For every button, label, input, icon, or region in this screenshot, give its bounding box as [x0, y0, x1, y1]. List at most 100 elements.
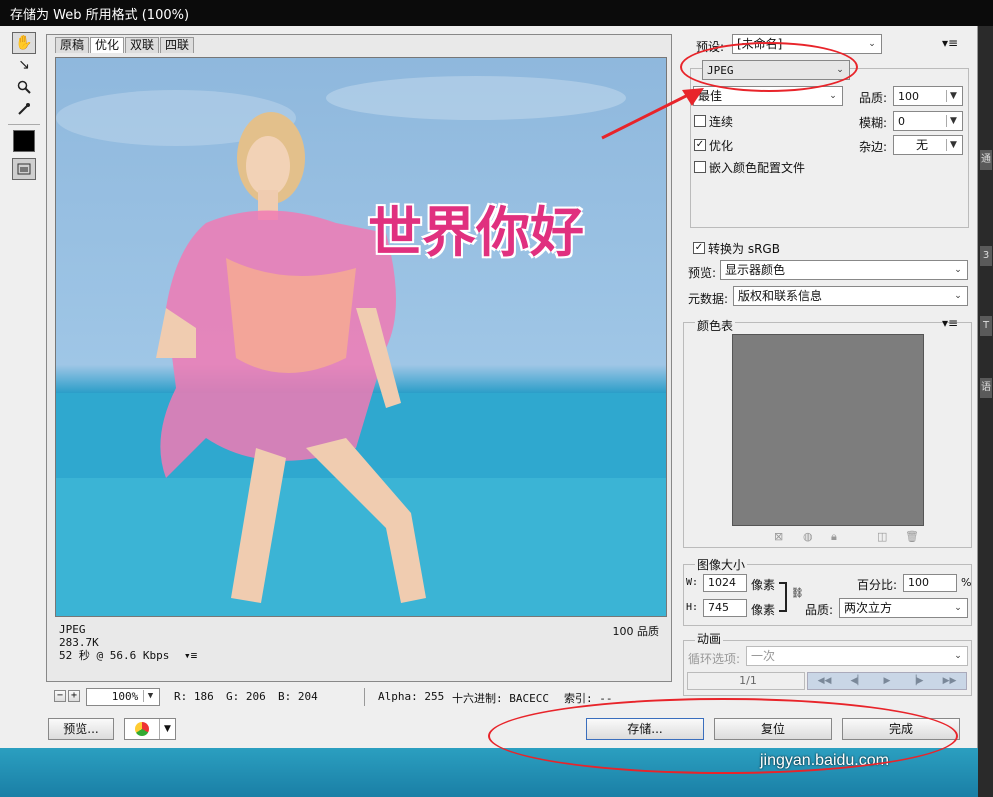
info-time: 52 秒 @ 56.6 Kbps ▾≡	[59, 649, 198, 662]
percent-label: 百分比:	[857, 578, 898, 592]
side-tab[interactable]: 通	[980, 150, 992, 170]
browser-select[interactable]: ▼	[124, 718, 176, 740]
tab-4-up[interactable]: 四联	[160, 37, 195, 53]
zoom-in-button[interactable]: +	[68, 690, 80, 702]
side-tab[interactable]: 语	[980, 378, 992, 398]
eyedropper-tool-icon[interactable]	[12, 98, 36, 120]
percent-input[interactable]: 100	[903, 574, 957, 592]
convert-srgb-checkbox[interactable]: ✓	[693, 242, 705, 254]
preview-select[interactable]: 显示器颜色 ⌄	[720, 260, 968, 280]
chevron-down-icon: ⌄	[954, 291, 962, 301]
previous-frame-icon[interactable]: ◀▏	[851, 676, 865, 686]
info-size: 283.7K	[59, 636, 99, 649]
matte-select[interactable]: 无 ▼	[893, 135, 963, 155]
slice-select-tool-icon[interactable]: ↘	[12, 54, 36, 76]
side-tab[interactable]: 3	[980, 246, 992, 266]
animation-controls: ◀◀ ◀▏ ▶ ▕▶ ▶▶	[807, 672, 967, 690]
preview-label: 预览:	[688, 266, 717, 280]
first-frame-icon[interactable]: ◀◀	[818, 676, 832, 686]
chevron-down-icon: ⌄	[954, 603, 962, 613]
percent-unit: %	[961, 576, 972, 589]
toggle-slices-icon[interactable]	[12, 158, 36, 180]
quality-input[interactable]: 100 ▼	[893, 86, 963, 106]
height-input[interactable]: 745	[703, 599, 747, 617]
window-title: 存储为 Web 所用格式 (100%)	[0, 0, 993, 26]
zoom-tool-icon[interactable]	[12, 76, 36, 98]
optimized-label: 优化	[709, 139, 734, 153]
chevron-down-icon: ▼	[159, 719, 175, 739]
loop-select[interactable]: 一次 ⌄	[746, 646, 968, 666]
side-tab[interactable]: T	[980, 316, 992, 336]
frame-counter: 1/1	[687, 672, 805, 690]
color-r: R: 186	[174, 690, 214, 703]
divider	[364, 688, 365, 706]
web-shift-icon[interactable]: ◍	[803, 530, 813, 543]
annotation-circle-buttons	[488, 698, 958, 774]
chevron-down-icon: ▼	[143, 690, 157, 702]
width-label: W:	[686, 577, 699, 588]
photo-illustration	[56, 76, 666, 616]
animation-title: 动画	[695, 630, 724, 647]
progressive-label: 连续	[709, 115, 734, 129]
tab-2-up[interactable]: 双联	[125, 37, 160, 53]
width-unit: 像素	[751, 578, 776, 592]
color-table-swatch-area[interactable]	[732, 334, 924, 526]
tab-original[interactable]: 原稿	[55, 37, 90, 53]
settings-menu-icon[interactable]: ▾≡	[942, 36, 958, 50]
chevron-down-icon: ⌄	[829, 91, 837, 101]
trash-icon[interactable]: 🗑︎	[905, 530, 919, 543]
background-panel-strip: 3 通 T 语	[978, 26, 993, 797]
menu-icon[interactable]: ▾≡	[184, 649, 197, 662]
tab-optimized[interactable]: 优化	[90, 37, 125, 53]
zoom-select[interactable]: 100% ▼	[86, 688, 160, 706]
quality-label: 品质:	[859, 91, 888, 105]
last-frame-icon[interactable]: ▶▶	[943, 676, 957, 686]
chevron-down-icon: ⌄	[954, 651, 962, 661]
color-table-menu-icon[interactable]: ▾≡	[942, 316, 958, 330]
overlay-text: 世界你好	[368, 201, 584, 264]
next-frame-icon[interactable]: ▕▶	[910, 676, 924, 686]
eyedropper-color-swatch[interactable]	[13, 130, 35, 152]
blur-label: 模糊:	[859, 116, 888, 130]
save-for-web-dialog: ✋ ↘ 原稿 优化 双联 四联 世界你好 JPEG 283.7K 52 秒 @ …	[0, 26, 978, 748]
divider	[8, 124, 40, 125]
link-icon[interactable]: ⛓	[791, 588, 804, 599]
loop-label: 循环选项:	[688, 652, 741, 666]
info-quality: 100 品质	[612, 625, 660, 638]
height-label: H:	[686, 602, 699, 613]
view-tabs: 原稿 优化 双联 四联	[55, 37, 195, 53]
embed-profile-checkbox[interactable]	[694, 161, 706, 173]
color-b: B: 204	[278, 690, 318, 703]
chevron-down-icon: ⌄	[954, 265, 962, 275]
annotation-arrow	[601, 88, 704, 140]
blur-input[interactable]: 0 ▼	[893, 111, 963, 131]
hand-tool-icon[interactable]: ✋	[12, 32, 36, 54]
metadata-select[interactable]: 版权和联系信息 ⌄	[733, 286, 968, 306]
browser-icon	[135, 722, 149, 736]
constrain-bracket	[779, 582, 787, 612]
info-format: JPEG	[59, 623, 86, 636]
color-g: G: 206	[226, 690, 266, 703]
map-color-icon[interactable]: ⊠	[774, 530, 783, 543]
annotation-circle-format	[680, 42, 858, 92]
convert-srgb-label: 转换为 sRGB	[708, 242, 780, 256]
matte-label: 杂边:	[859, 140, 888, 154]
chevron-down-icon: ▼	[946, 139, 960, 151]
preview-button[interactable]: 预览...	[48, 718, 114, 740]
embed-profile-label: 嵌入颜色配置文件	[709, 161, 806, 175]
alpha-value: Alpha: 255	[378, 690, 445, 703]
lock-icon[interactable]: 🔒︎	[831, 530, 837, 544]
preview-panel: 原稿 优化 双联 四联 世界你好 JPEG 283.7K 52 秒 @ 56.6…	[46, 34, 672, 682]
chevron-down-icon: ⌄	[868, 39, 876, 49]
resample-select[interactable]: 两次立方 ⌄	[839, 598, 968, 618]
play-icon[interactable]: ▶	[884, 676, 891, 686]
preview-image[interactable]: 世界你好	[55, 57, 667, 617]
new-color-icon[interactable]: ◫	[877, 530, 887, 543]
image-size-title: 图像大小	[695, 556, 748, 573]
chevron-down-icon: ▼	[946, 90, 960, 102]
zoom-out-button[interactable]: −	[54, 690, 66, 702]
metadata-label: 元数据:	[688, 292, 729, 306]
width-input[interactable]: 1024	[703, 574, 747, 592]
resample-label: 品质:	[805, 603, 834, 617]
chevron-down-icon: ▼	[946, 115, 960, 127]
